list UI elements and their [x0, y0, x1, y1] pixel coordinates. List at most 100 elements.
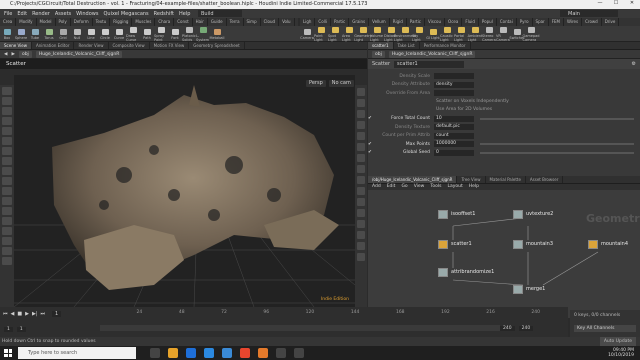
shelf-tab[interactable]: Model	[37, 18, 56, 26]
display-option-icon[interactable]	[357, 198, 365, 206]
checkbox-checked-icon[interactable]: ✔	[368, 116, 376, 121]
shelf-tab[interactable]: Colli	[315, 18, 331, 26]
param-slider[interactable]	[480, 143, 634, 146]
pane-tab[interactable]: Take List	[394, 42, 420, 49]
shelf-tool[interactable]: Metaball	[210, 26, 225, 42]
pane-tab[interactable]: Geometry Spreadsheet	[189, 42, 245, 49]
viewer-tool-icon[interactable]	[2, 117, 12, 125]
app-icon[interactable]	[276, 348, 286, 358]
shelf-tab[interactable]: Wires	[564, 18, 583, 26]
shelf-tool[interactable]: Path	[140, 26, 154, 42]
shelf-tool[interactable]: Caustic Light	[440, 26, 454, 42]
shelf-tool[interactable]: Font	[168, 26, 182, 42]
shelf-tab[interactable]: Guide	[208, 18, 227, 26]
pane-tab[interactable]: scatter1	[368, 42, 394, 49]
display-option-icon[interactable]	[357, 121, 365, 129]
shelf-tool[interactable]: Camera	[300, 26, 314, 42]
build-selector[interactable]: Build	[198, 10, 242, 17]
shelf-tab[interactable]: Terra	[227, 18, 244, 26]
taskbar-search[interactable]: Type here to search	[18, 347, 136, 359]
viewer-tool-icon[interactable]	[2, 87, 12, 95]
display-option-icon[interactable]	[357, 110, 365, 118]
menu-quixel[interactable]: Quixel Megascans	[103, 11, 148, 17]
viewer-tool-icon[interactable]	[2, 157, 12, 165]
shelf-tab[interactable]: Partic	[407, 18, 426, 26]
viewport[interactable]: Persp No cam Indie Edition	[13, 75, 356, 308]
shelf-tool[interactable]: Torus	[42, 26, 56, 42]
stop-icon[interactable]: ■	[17, 311, 22, 317]
viewer-tool-icon[interactable]	[2, 107, 12, 115]
shelf-tab[interactable]: Textu	[93, 18, 111, 26]
shelf-tool[interactable]: Tube	[28, 26, 42, 42]
pane-tab[interactable]: Tree View	[457, 176, 486, 183]
chrome-icon[interactable]	[240, 348, 250, 358]
play-icon[interactable]: ▶	[25, 311, 29, 317]
back-icon[interactable]: ◀	[4, 52, 7, 57]
auto-update-button[interactable]: Auto Update	[599, 337, 636, 346]
viewer-tool-icon[interactable]	[2, 97, 12, 105]
shelf-tab[interactable]: Grains	[349, 18, 370, 26]
pane-tab[interactable]: Composite View	[109, 42, 150, 49]
shelf-tool[interactable]: Null	[70, 26, 84, 42]
shelf-tab[interactable]: Ocea	[445, 18, 463, 26]
maximize-button[interactable]: ☐	[608, 0, 624, 9]
shelf-tab[interactable]: Fluid	[462, 18, 479, 26]
menu-redshift[interactable]: Redshift	[154, 11, 174, 17]
store-icon[interactable]	[222, 348, 232, 358]
menu-render[interactable]: Render	[32, 11, 50, 17]
pane-tab[interactable]: Scene View	[0, 42, 32, 49]
menu-windows[interactable]: Windows	[76, 11, 98, 17]
display-option-icon[interactable]	[357, 220, 365, 228]
param-path-geo[interactable]: Huge_Icelandic_Volcanic_Cliff_sjgnR	[388, 50, 476, 58]
shelf-tool[interactable]: Circle	[98, 26, 112, 42]
viewer-tool-icon[interactable]	[2, 167, 12, 175]
display-option-icon[interactable]	[357, 242, 365, 250]
shelf-tool[interactable]: Platonic Solids	[182, 26, 196, 42]
shelf-tool[interactable]: Spot Light	[328, 26, 342, 42]
checkbox-checked-icon[interactable]: ✔	[368, 142, 376, 147]
param-field[interactable]: 10	[434, 115, 474, 122]
current-frame-field[interactable]: 1	[52, 311, 62, 317]
display-option-icon[interactable]	[357, 231, 365, 239]
close-button[interactable]: ✕	[624, 0, 640, 9]
shelf-tab[interactable]: Partic	[331, 18, 350, 26]
param-field[interactable]: count	[434, 132, 474, 139]
network-node[interactable]: merge1	[513, 285, 545, 294]
param-field[interactable]: 1000000	[434, 141, 474, 148]
pane-tab[interactable]: Render View	[74, 42, 109, 49]
shelf-tool[interactable]: Stereo Camera	[482, 26, 496, 42]
prev-key-icon[interactable]: ◀	[11, 311, 15, 317]
range-end-field-2[interactable]: 240	[518, 326, 534, 331]
shelf-tab[interactable]: Simp	[244, 18, 261, 26]
menu-assets[interactable]: Assets	[55, 11, 71, 17]
shelf-tab[interactable]: Contai	[497, 18, 517, 26]
display-option-icon[interactable]	[357, 176, 365, 184]
shelf-tool[interactable]: VR Camera	[496, 26, 510, 42]
shelf-tab[interactable]: Crea	[0, 18, 17, 26]
display-option-icon[interactable]	[357, 253, 365, 261]
pane-tab[interactable]: Animation Editor	[32, 42, 75, 49]
shelf-tab[interactable]: Cloud	[261, 18, 280, 26]
pane-tab[interactable]: Motion FX View	[150, 42, 190, 49]
app-icon-2[interactable]	[294, 348, 304, 358]
viewer-tool-icon[interactable]	[2, 137, 12, 145]
param-field[interactable]	[434, 73, 474, 80]
range-slider[interactable]	[100, 325, 500, 331]
shelf-tool[interactable]: Environment Light	[394, 26, 416, 42]
shelf-tool[interactable]: GI Light	[426, 26, 440, 42]
shelf-tool[interactable]: Geometry Light	[354, 26, 372, 42]
persp-menu[interactable]: Persp	[306, 80, 326, 87]
viewer-tool-icon[interactable]	[2, 187, 12, 195]
display-option-icon[interactable]	[357, 99, 365, 107]
gear-icon[interactable]: ⚙	[632, 61, 636, 67]
shelf-tab[interactable]: Vellum	[369, 18, 390, 26]
shelf-tab[interactable]: Chara	[155, 18, 175, 26]
network-node[interactable]: mountain4	[588, 240, 628, 249]
shelf-tab[interactable]: Rigid	[390, 18, 407, 26]
param-field[interactable]: 0	[434, 149, 474, 156]
viewer-tool-icon[interactable]	[2, 227, 12, 235]
clock[interactable]: 09:40 PM 10/10/2019	[608, 348, 634, 358]
shelf-tab[interactable]: Muscles	[132, 18, 156, 26]
start-button-icon[interactable]	[4, 349, 12, 357]
shelf-tool[interactable]: Portal Light	[454, 26, 468, 42]
